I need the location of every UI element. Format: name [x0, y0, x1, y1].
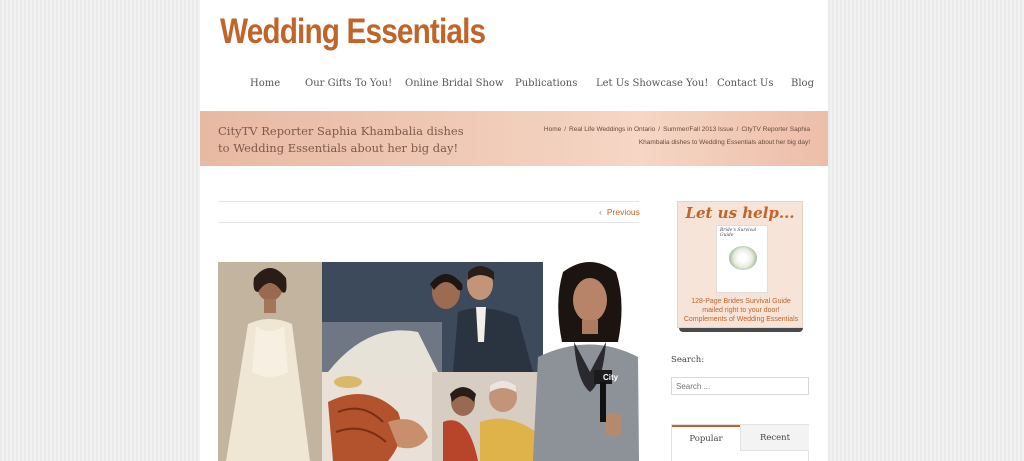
- page-title-banner: CityTV Reporter Saphia Khambalia dishes …: [200, 111, 828, 166]
- ad-line-3: Complements of Wedding Essentials: [683, 316, 799, 323]
- main-nav: Home Our Gifts To You! Online Bridal Sho…: [200, 78, 828, 92]
- site-logo[interactable]: Wedding Essentials: [220, 12, 486, 52]
- search-label: Search:: [671, 355, 705, 365]
- ad-heading: Let us help...: [685, 204, 795, 222]
- nav-item-showcase[interactable]: Let Us Showcase You!: [596, 78, 708, 89]
- divider: [218, 222, 639, 223]
- nav-item-our-gifts[interactable]: Our Gifts To You!: [305, 78, 392, 89]
- breadcrumb-real-life-weddings[interactable]: Real Life Weddings in Ontario: [569, 126, 655, 133]
- divider: [218, 201, 639, 202]
- guide-book-image: Bride's Survival Guide: [716, 225, 768, 293]
- page-container: Wedding Essentials Home Our Gifts To You…: [200, 0, 828, 461]
- page-title: CityTV Reporter Saphia Khambalia dishes …: [218, 124, 464, 155]
- tab-recent[interactable]: Recent: [740, 425, 809, 451]
- guide-book-title: Bride's Survival Guide: [720, 228, 757, 238]
- ad-text: 128-Page Brides Survival Guide mailed ri…: [678, 297, 804, 324]
- breadcrumb-separator: /: [564, 126, 567, 133]
- ad-line-1: 128-Page Brides Survival Guide: [691, 298, 791, 305]
- breadcrumb-issue[interactable]: Summer/Fall 2013 Issue: [663, 126, 733, 133]
- survival-guide-ad[interactable]: Let us help... Bride's Survival Guide 12…: [677, 201, 803, 328]
- featured-photo-collage: City: [218, 262, 639, 461]
- nav-item-blog[interactable]: Blog: [791, 78, 814, 89]
- mic-flag-label: City: [603, 373, 619, 382]
- breadcrumb-separator: /: [658, 126, 661, 133]
- ad-shadow: [679, 328, 803, 332]
- tab-popular[interactable]: Popular: [672, 425, 740, 451]
- sidebar-tabs: Popular Recent: [671, 424, 809, 461]
- breadcrumb-separator: /: [736, 126, 739, 133]
- chevron-left-icon: ‹: [599, 207, 602, 217]
- previous-post-link[interactable]: ‹ Previous: [599, 207, 640, 217]
- breadcrumb-home[interactable]: Home: [544, 126, 561, 133]
- nav-item-contact[interactable]: Contact Us: [717, 78, 773, 89]
- search-input[interactable]: [671, 377, 809, 395]
- previous-label: Previous: [606, 207, 640, 217]
- bouquet-image: [729, 246, 757, 270]
- nav-item-online-bridal-show[interactable]: Online Bridal Show: [405, 78, 504, 89]
- nav-item-publications[interactable]: Publications: [515, 78, 577, 89]
- nav-item-home[interactable]: Home: [250, 78, 280, 89]
- breadcrumb: Home / Real Life Weddings in Ontario / Summe…: [540, 123, 810, 149]
- ad-line-2: mailed right to your door!: [702, 307, 780, 314]
